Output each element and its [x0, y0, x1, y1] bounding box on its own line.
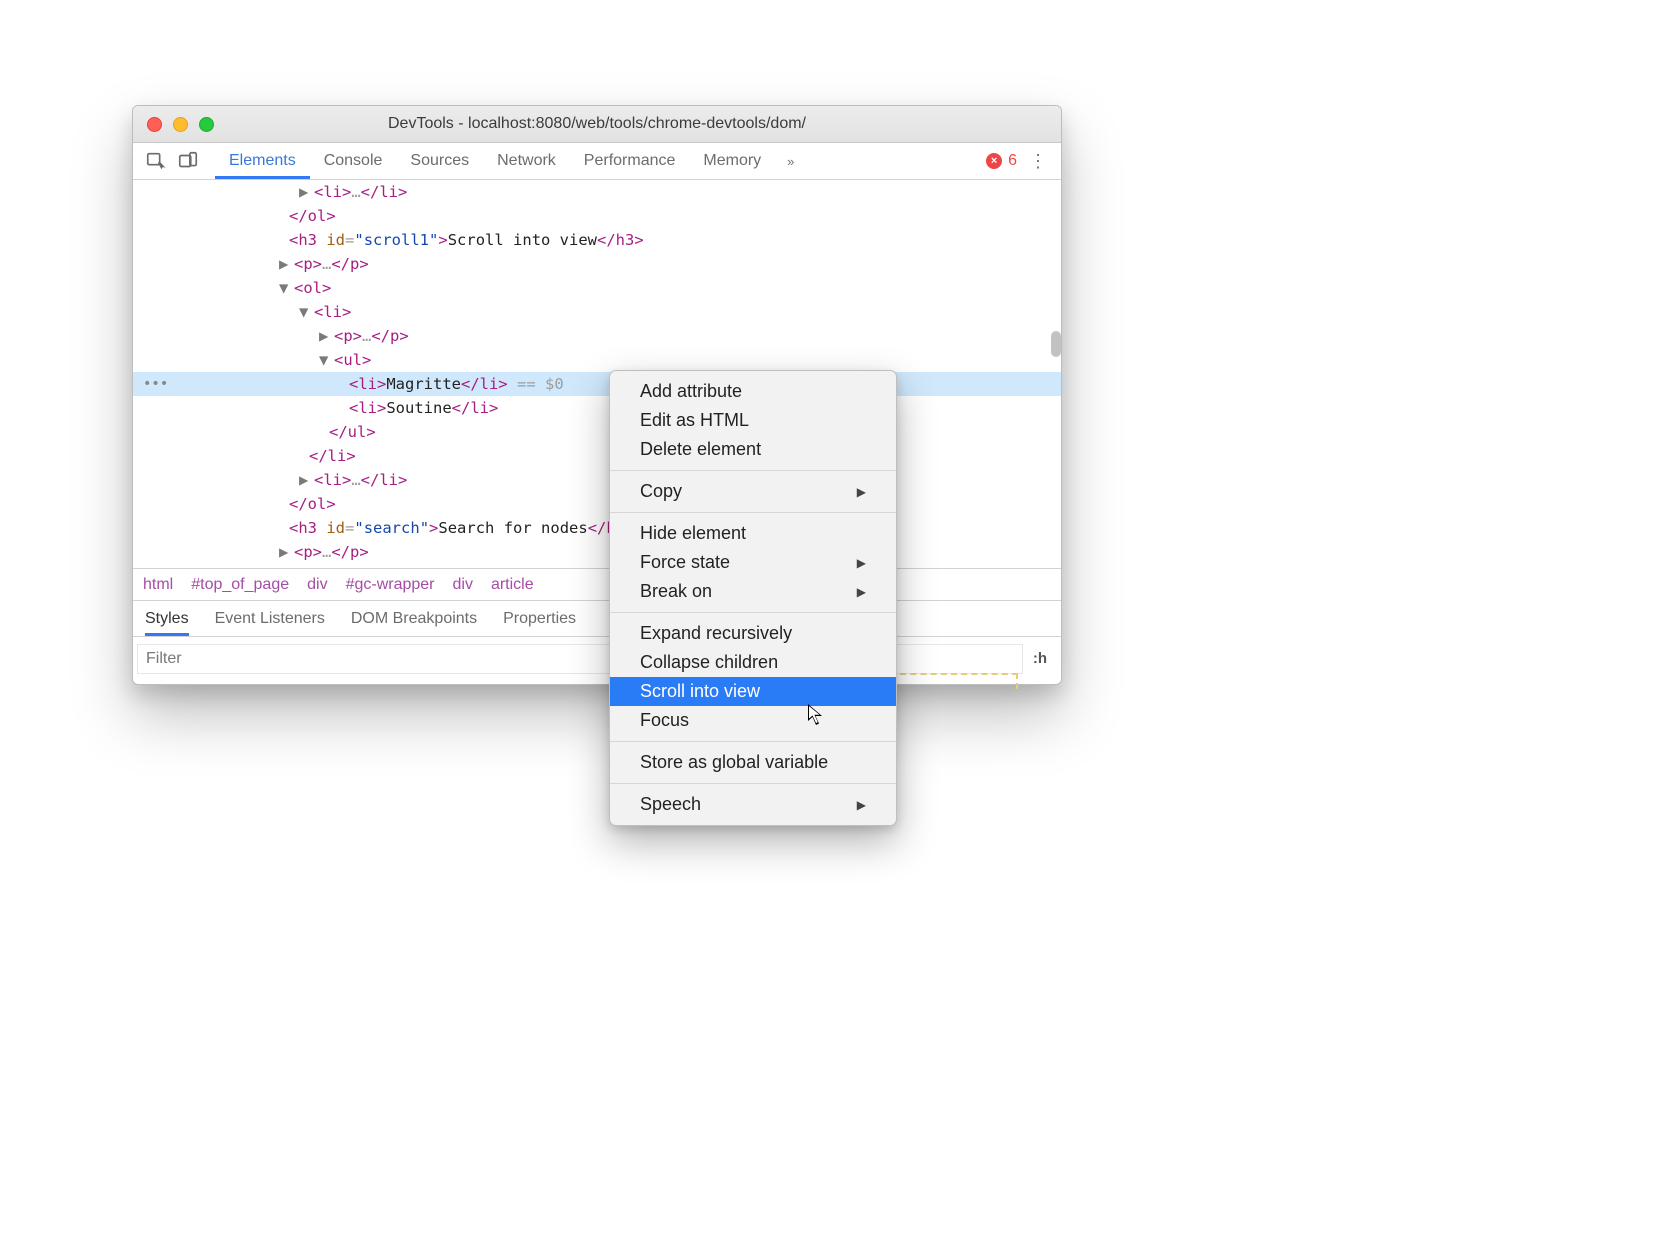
context-menu-item-copy[interactable]: Copy ▶: [610, 477, 896, 506]
dom-line[interactable]: </ol>: [133, 492, 1061, 516]
inspect-toolgroup: [141, 150, 203, 172]
context-menu-separator: [610, 470, 896, 471]
context-menu-item-expand-recursively[interactable]: Expand recursively: [610, 619, 896, 648]
devtools-window: DevTools - localhost:8080/web/tools/chro…: [132, 105, 1062, 685]
disclosure-closed-icon[interactable]: ▶: [279, 255, 291, 273]
device-toolbar-icon[interactable]: [177, 150, 199, 172]
context-menu-item-focus[interactable]: Focus: [610, 706, 896, 735]
context-menu-item-store-as-global-variable[interactable]: Store as global variable: [610, 748, 896, 777]
styles-pane-tabs: Styles Event Listeners DOM Breakpoints Prop…: [133, 600, 1061, 636]
tab-console[interactable]: Console: [310, 143, 397, 179]
context-menu-separator: [610, 612, 896, 613]
dom-line[interactable]: •••<li>Magritte</li> == $0: [133, 372, 1061, 396]
dom-line[interactable]: <li>Soutine</li>: [133, 396, 1061, 420]
elements-panel[interactable]: ▶<li>…</li></ol><h3 id="scroll1">Scroll …: [133, 180, 1061, 568]
context-menu-label: Collapse children: [640, 652, 778, 673]
breadcrumb-item[interactable]: #top_of_page: [191, 576, 289, 594]
context-menu: Add attribute Edit as HTML Delete element C…: [609, 370, 897, 826]
disclosure-closed-icon[interactable]: ▶: [299, 183, 311, 201]
context-menu-item-force-state[interactable]: Force state ▶: [610, 548, 896, 577]
context-menu-item-scroll-into-view[interactable]: Scroll into view: [610, 677, 896, 706]
context-menu-label: Focus: [640, 710, 689, 731]
breadcrumb-item[interactable]: article: [491, 576, 534, 594]
error-icon: ×: [986, 153, 1002, 169]
dom-line[interactable]: <h3 id="search">Search for nodes</h3>: [133, 516, 1061, 540]
styles-tab-properties[interactable]: Properties: [503, 610, 576, 628]
context-menu-item-delete-element[interactable]: Delete element: [610, 435, 896, 464]
disclosure-closed-icon[interactable]: ▶: [299, 471, 311, 489]
submenu-arrow-icon: ▶: [857, 798, 866, 812]
breadcrumb-item[interactable]: html: [143, 576, 173, 594]
tabs-overflow-icon[interactable]: »: [787, 154, 794, 169]
context-menu-label: Delete element: [640, 439, 761, 460]
breadcrumb-item[interactable]: div: [453, 576, 473, 594]
dom-line[interactable]: <h3 id="scroll1">Scroll into view</h3>: [133, 228, 1061, 252]
context-menu-label: Add attribute: [640, 381, 742, 402]
disclosure-open-icon[interactable]: ▼: [279, 279, 291, 297]
disclosure-closed-icon[interactable]: ▶: [279, 543, 291, 561]
window-titlebar: DevTools - localhost:8080/web/tools/chro…: [133, 106, 1061, 143]
context-menu-label: Hide element: [640, 523, 746, 544]
context-menu-label: Speech: [640, 794, 701, 815]
disclosure-open-icon[interactable]: ▼: [299, 303, 311, 321]
dom-line[interactable]: ▶<li>…</li>: [133, 180, 1061, 204]
dom-breadcrumb[interactable]: html #top_of_page div #gc-wrapper div article: [133, 568, 1061, 600]
element-state-hov-button[interactable]: :h: [1023, 650, 1057, 667]
dom-line[interactable]: ▶<p>…</p>: [133, 540, 1061, 564]
mouse-cursor-icon: [807, 703, 825, 727]
breadcrumb-item[interactable]: div: [307, 576, 327, 594]
tab-sources[interactable]: Sources: [396, 143, 483, 179]
devtools-toolbar: ElementsConsoleSourcesNetworkPerformance…: [133, 143, 1061, 180]
dom-line[interactable]: </ul>: [133, 420, 1061, 444]
disclosure-closed-icon[interactable]: ▶: [319, 327, 331, 345]
error-count: 6: [1008, 152, 1017, 170]
styles-tab-dom-breakpoints[interactable]: DOM Breakpoints: [351, 610, 477, 628]
tab-performance[interactable]: Performance: [570, 143, 690, 179]
context-menu-item-hide-element[interactable]: Hide element: [610, 519, 896, 548]
context-menu-separator: [610, 512, 896, 513]
context-menu-item-collapse-children[interactable]: Collapse children: [610, 648, 896, 677]
window-title: DevTools - localhost:8080/web/tools/chro…: [133, 115, 1061, 133]
styles-tab-styles[interactable]: Styles: [145, 601, 189, 636]
settings-menu-icon[interactable]: ⋮: [1023, 151, 1053, 172]
dom-line[interactable]: </ol>: [133, 204, 1061, 228]
tab-memory[interactable]: Memory: [689, 143, 775, 179]
dom-line[interactable]: ▶<p>…</p>: [133, 252, 1061, 276]
tab-elements[interactable]: Elements: [215, 143, 310, 179]
dom-line[interactable]: ▶<li>…</li>: [133, 468, 1061, 492]
submenu-arrow-icon: ▶: [857, 556, 866, 570]
context-menu-separator: [610, 741, 896, 742]
context-menu-label: Expand recursively: [640, 623, 792, 644]
dom-line[interactable]: ▼<ul>: [133, 348, 1061, 372]
context-menu-item-break-on[interactable]: Break on ▶: [610, 577, 896, 606]
context-menu-label: Copy: [640, 481, 682, 502]
dom-line[interactable]: ▶<p>…</p>: [133, 324, 1061, 348]
context-menu-item-add-attribute[interactable]: Add attribute: [610, 377, 896, 406]
context-menu-label: Scroll into view: [640, 681, 760, 702]
disclosure-open-icon[interactable]: ▼: [319, 351, 331, 369]
submenu-arrow-icon: ▶: [857, 485, 866, 499]
scrollbar-thumb[interactable]: [1051, 331, 1061, 357]
context-menu-separator: [610, 783, 896, 784]
dom-line[interactable]: ▼<ol>: [133, 276, 1061, 300]
dom-line[interactable]: ▼<li>: [133, 300, 1061, 324]
submenu-arrow-icon: ▶: [857, 585, 866, 599]
styles-filter-placeholder: Filter: [146, 650, 182, 668]
context-menu-label: Edit as HTML: [640, 410, 749, 431]
styles-tab-event-listeners[interactable]: Event Listeners: [215, 610, 325, 628]
context-menu-label: Force state: [640, 552, 730, 573]
tab-network[interactable]: Network: [483, 143, 570, 179]
context-menu-label: Store as global variable: [640, 752, 828, 773]
inspect-element-icon[interactable]: [145, 150, 167, 172]
context-menu-item-edit-as-html[interactable]: Edit as HTML: [610, 406, 896, 435]
breadcrumb-item[interactable]: #gc-wrapper: [346, 576, 435, 594]
context-menu-item-speech[interactable]: Speech ▶: [610, 790, 896, 819]
dom-line[interactable]: </li>: [133, 444, 1061, 468]
error-badge[interactable]: × 6: [986, 152, 1017, 170]
context-menu-label: Break on: [640, 581, 712, 602]
